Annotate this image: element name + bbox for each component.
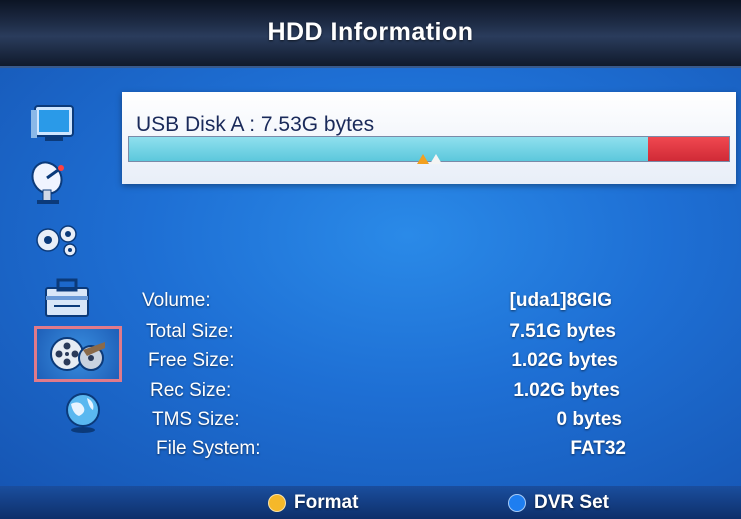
tv-icon [31, 105, 74, 141]
info-label: Rec Size: [150, 380, 232, 401]
sidebar-item-media[interactable] [34, 326, 122, 382]
info-row-free-size: Free Size: 1.02G bytes [148, 350, 618, 374]
info-row-total-size: Total Size: 7.51G bytes [146, 321, 616, 345]
page-title: HDD Information [267, 18, 474, 46]
info-value: 7.51G bytes [509, 321, 616, 342]
hdd-information-screen: HDD Information USB Disk A: 7.53G bytes… [0, 0, 741, 519]
disk-usage-used [129, 137, 648, 161]
yellow-key-icon [268, 494, 286, 512]
info-value: 1.02G bytes [511, 350, 618, 371]
globe-icon [66, 393, 100, 433]
info-label: Volume: [142, 290, 211, 311]
toolbox-icon [45, 278, 89, 317]
info-label: TMS Size: [152, 409, 240, 430]
info-row-volume: Volume: [uda1]8GIG [142, 290, 612, 314]
sidebar-item-satellite[interactable] [24, 156, 78, 208]
info-value: [uda1]8GIG [509, 290, 612, 311]
info-label: Total Size: [146, 321, 234, 342]
satellite-dish-icon [31, 161, 64, 204]
sidebar-item-tv[interactable] [26, 98, 80, 150]
film-reel-icon [50, 337, 105, 371]
sidebar-item-network[interactable] [56, 386, 110, 438]
dvr-set-button[interactable]: DVR Set [508, 492, 609, 514]
sidebar-item-tools[interactable] [40, 272, 94, 324]
format-button[interactable]: Format [268, 492, 358, 514]
info-row-rec-size: Rec Size: 1.02G bytes [150, 380, 620, 404]
info-label: Free Size: [148, 350, 235, 371]
disk-panel: USB Disk A : 7.53G bytes [122, 92, 736, 184]
info-row-tms-size: TMS Size: 0 bytes [152, 409, 622, 433]
format-label: Format [294, 492, 359, 513]
info-value: FAT32 [570, 438, 626, 459]
disk-label: USB Disk A : 7.53G bytes [136, 113, 375, 136]
info-value: 0 bytes [556, 409, 622, 430]
marker-triangle-white [430, 154, 442, 164]
info-value: 1.02G bytes [513, 380, 620, 401]
blue-key-icon [508, 494, 526, 512]
gears-icon [36, 225, 77, 257]
info-row-file-system: File System: FAT32 [156, 438, 626, 462]
title-bar: HDD Information [0, 0, 741, 68]
disk-usage-free [648, 137, 729, 161]
marker-triangle-orange [417, 154, 429, 164]
dvr-set-label: DVR Set [534, 492, 609, 513]
sidebar-item-settings[interactable] [30, 214, 84, 266]
footer-bar: Format DVR Set [0, 486, 741, 519]
info-label: File System: [156, 438, 261, 459]
usage-markers [417, 154, 442, 164]
